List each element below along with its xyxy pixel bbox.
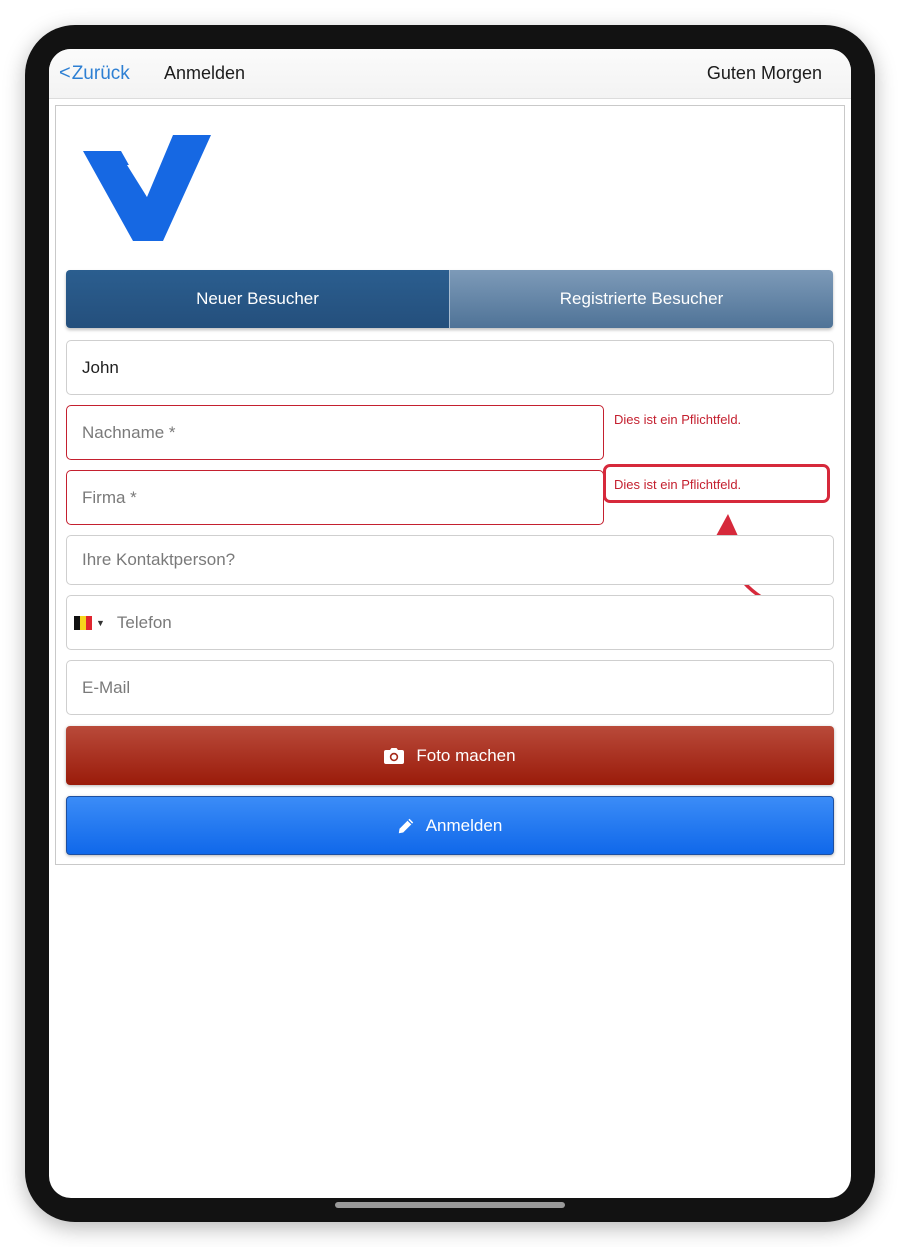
email-field[interactable]: E-Mail xyxy=(66,660,834,715)
last-name-field[interactable]: Nachname * xyxy=(66,405,604,460)
contact-person-placeholder: Ihre Kontaktperson? xyxy=(82,550,236,569)
camera-icon xyxy=(384,747,405,764)
greeting-text: Guten Morgen xyxy=(706,63,822,83)
tab-registered-visitors[interactable]: Registrierte Besucher xyxy=(449,270,833,328)
email-placeholder: E-Mail xyxy=(82,677,131,697)
company-field[interactable]: Firma * xyxy=(66,470,604,525)
back-button[interactable]: <Zurück xyxy=(59,62,130,85)
take-photo-label: Foto machen xyxy=(416,745,516,765)
registration-panel: Neuer Besucher Registrierte Besucher Joh… xyxy=(55,105,845,865)
home-indicator xyxy=(335,1202,565,1208)
navigation-bar: <Zurück Anmelden Guten Morgen xyxy=(49,49,851,99)
belgium-flag-icon[interactable] xyxy=(74,615,92,630)
company-error: Dies ist ein Pflichtfeld. xyxy=(614,477,742,492)
phone-field[interactable]: ▼ Telefon xyxy=(66,595,834,650)
login-label: Anmelden xyxy=(425,815,503,835)
app-screen: <Zurück Anmelden Guten Morgen Neuer Besu… xyxy=(49,49,851,1198)
take-photo-button[interactable]: Foto machen xyxy=(66,726,834,785)
back-label: Zurück xyxy=(71,63,130,84)
page-title: Anmelden xyxy=(164,63,246,83)
phone-placeholder: Telefon xyxy=(116,612,172,632)
visitor-type-tabs: Neuer Besucher Registrierte Besucher xyxy=(66,270,833,328)
first-name-field[interactable]: John xyxy=(66,340,834,395)
checkmark-v-logo xyxy=(83,135,211,241)
pencil-icon xyxy=(398,818,414,834)
company-placeholder: Firma * xyxy=(82,487,137,507)
tab-new-visitor[interactable]: Neuer Besucher xyxy=(66,270,449,328)
last-name-placeholder: Nachname * xyxy=(82,422,176,442)
contact-person-field[interactable]: Ihre Kontaktperson? xyxy=(66,535,834,585)
chevron-left-icon: < xyxy=(59,62,71,84)
login-button[interactable]: Anmelden xyxy=(66,796,834,855)
first-name-value: John xyxy=(82,357,119,377)
last-name-error: Dies ist ein Pflichtfeld. xyxy=(614,412,742,427)
caret-down-icon[interactable]: ▼ xyxy=(96,618,105,628)
